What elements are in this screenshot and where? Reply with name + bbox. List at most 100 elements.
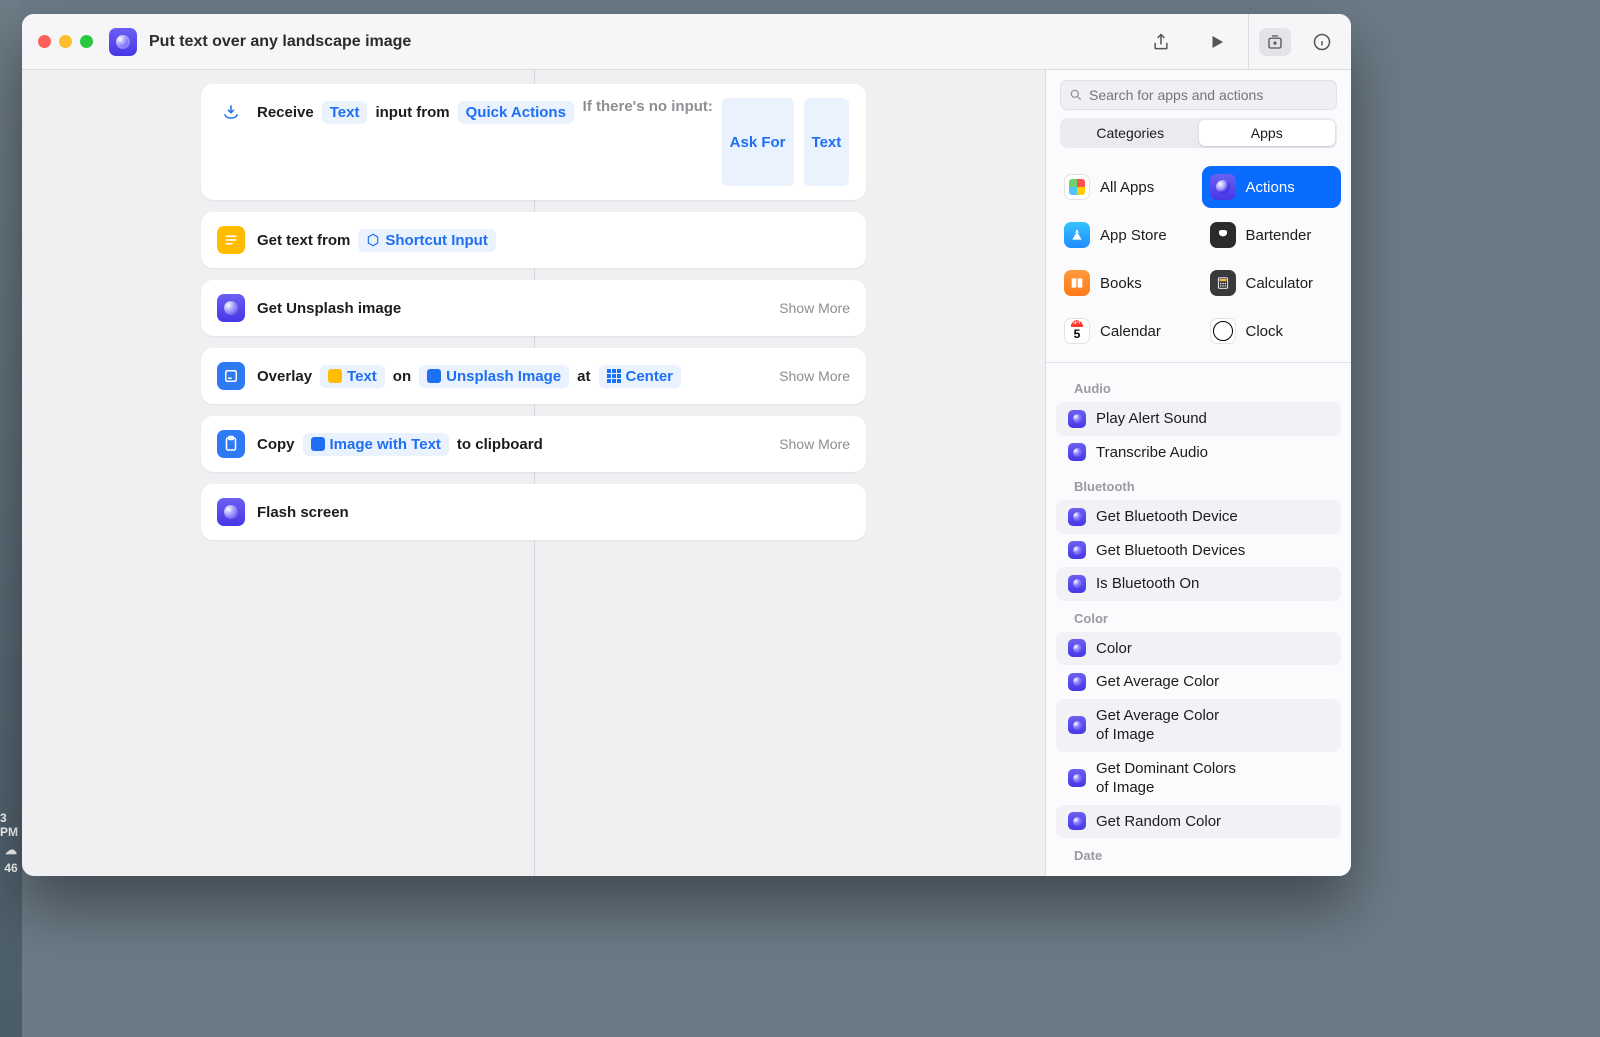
appstore-icon	[1064, 222, 1090, 248]
app-label: Clock	[1246, 323, 1284, 340]
minimize-button[interactable]	[59, 35, 72, 48]
overlay-text-token[interactable]: Text	[320, 365, 385, 388]
ask-for-token[interactable]: Ask For	[722, 98, 794, 186]
info-button[interactable]	[1309, 29, 1335, 55]
menubar-time: 3 PM	[0, 811, 22, 839]
section-header-date: Date	[1056, 838, 1341, 869]
app-label: Calculator	[1246, 275, 1314, 292]
copy-label: Copy	[257, 436, 295, 453]
app-label: App Store	[1100, 227, 1167, 244]
action-play-alert-sound[interactable]: Play Alert Sound	[1056, 402, 1341, 436]
action-get-average-color-of-image[interactable]: Get Average Color of Image	[1056, 699, 1341, 752]
shortcut-input-text: Shortcut Input	[385, 232, 487, 249]
desktop-peek: 3 PM ☁︎ 46	[0, 0, 22, 1037]
action-label: Get Dominant Colors of Image	[1096, 759, 1236, 798]
calculator-icon	[1210, 270, 1236, 296]
overlay-on-label: on	[393, 368, 411, 385]
menubar-temp: 46	[4, 861, 17, 875]
action-label: Color	[1096, 639, 1132, 659]
close-button[interactable]	[38, 35, 51, 48]
copy-source-token[interactable]: Image with Text	[303, 433, 449, 456]
actions-list[interactable]: Audio Play Alert Sound Transcribe Audio …	[1046, 363, 1351, 876]
action-icon	[1068, 575, 1086, 593]
app-appstore[interactable]: App Store	[1056, 214, 1196, 256]
clipboard-icon	[217, 430, 245, 458]
overlay-icon	[217, 362, 245, 390]
app-label: Books	[1100, 275, 1142, 292]
section-header-bluetooth: Bluetooth	[1056, 469, 1341, 500]
app-all-apps[interactable]: All Apps	[1056, 166, 1196, 208]
action-get-average-color[interactable]: Get Average Color	[1056, 665, 1341, 699]
app-label: Actions	[1246, 179, 1295, 196]
step-flash-screen[interactable]: Flash screen	[201, 484, 866, 540]
action-icon	[1068, 812, 1086, 830]
shortcut-icon	[109, 28, 137, 56]
receive-type-token[interactable]: Text	[322, 101, 368, 124]
window-controls	[38, 35, 93, 48]
step-overlay[interactable]: Overlay Text on Unsplash Image at Center…	[201, 348, 866, 404]
titlebar-divider	[1248, 14, 1249, 70]
app-bartender[interactable]: Bartender	[1202, 214, 1342, 256]
overlay-image-token[interactable]: Unsplash Image	[419, 365, 569, 388]
show-more-button[interactable]: Show More	[779, 368, 850, 384]
action-get-dominant-colors-of-image[interactable]: Get Dominant Colors of Image	[1056, 752, 1341, 805]
all-apps-icon	[1064, 174, 1090, 200]
action-label: Get Bluetooth Device	[1096, 507, 1238, 527]
library-segmented-control[interactable]: Categories Apps	[1060, 118, 1337, 148]
app-calculator[interactable]: Calculator	[1202, 262, 1342, 304]
bartender-icon	[1210, 222, 1236, 248]
copy-dest-label: to clipboard	[457, 436, 543, 453]
action-get-random-color[interactable]: Get Random Color	[1056, 805, 1341, 839]
app-calendar[interactable]: APR5Calendar	[1056, 310, 1196, 352]
calendar-icon: APR5	[1064, 318, 1090, 344]
shortcuts-editor-window: Put text over any landscape image	[22, 14, 1351, 876]
show-more-button[interactable]: Show More	[779, 436, 850, 452]
actions-app-icon	[1210, 174, 1236, 200]
receive-source-token[interactable]: Quick Actions	[458, 101, 574, 124]
section-header-audio: Audio	[1056, 371, 1341, 402]
action-get-bluetooth-devices[interactable]: Get Bluetooth Devices	[1056, 534, 1341, 568]
search-input[interactable]	[1060, 80, 1337, 110]
action-icon	[1068, 716, 1086, 734]
action-icon	[1068, 443, 1086, 461]
section-header-color: Color	[1056, 601, 1341, 632]
app-clock[interactable]: Clock	[1202, 310, 1342, 352]
step-receive-input[interactable]: Receive Text input from Quick Actions If…	[201, 84, 866, 200]
fullscreen-button[interactable]	[80, 35, 93, 48]
overlay-position-token[interactable]: Center	[599, 365, 682, 388]
library-toggle-button[interactable]	[1259, 28, 1291, 56]
tab-categories[interactable]: Categories	[1062, 120, 1199, 146]
action-transcribe-audio[interactable]: Transcribe Audio	[1056, 436, 1341, 470]
show-more-button[interactable]: Show More	[779, 300, 850, 316]
shortcut-title[interactable]: Put text over any landscape image	[149, 33, 1148, 51]
app-books[interactable]: Books	[1056, 262, 1196, 304]
search-icon	[1069, 88, 1083, 102]
step-copy-clipboard[interactable]: Copy Image with Text to clipboard Show M…	[201, 416, 866, 472]
tab-apps[interactable]: Apps	[1199, 120, 1336, 146]
action-label: Is Bluetooth On	[1096, 574, 1199, 594]
calendar-day: 5	[1074, 327, 1081, 342]
search-field[interactable]	[1089, 87, 1328, 103]
action-icon	[1068, 541, 1086, 559]
app-actions[interactable]: Actions	[1202, 166, 1342, 208]
actions-icon	[217, 294, 245, 322]
run-button[interactable]	[1204, 29, 1230, 55]
overlay-label: Overlay	[257, 368, 312, 385]
step-get-text[interactable]: Get text from Shortcut Input	[201, 212, 866, 268]
action-icon	[1068, 508, 1086, 526]
action-label: Transcribe Audio	[1096, 443, 1208, 463]
workflow-editor[interactable]: Receive Text input from Quick Actions If…	[22, 70, 1045, 876]
action-icon	[1068, 639, 1086, 657]
app-label: All Apps	[1100, 179, 1154, 196]
share-button[interactable]	[1148, 29, 1174, 55]
ask-for-type-token[interactable]: Text	[804, 98, 850, 186]
receive-label: Receive	[257, 104, 314, 121]
step-get-unsplash[interactable]: Get Unsplash image Show More	[201, 280, 866, 336]
no-input-label: If there's no input:	[583, 98, 713, 186]
action-color[interactable]: Color	[1056, 632, 1341, 666]
action-label: Get Average Color	[1096, 672, 1219, 692]
overlay-position-text: Center	[626, 368, 674, 385]
shortcut-input-token[interactable]: Shortcut Input	[358, 229, 495, 252]
action-is-bluetooth-on[interactable]: Is Bluetooth On	[1056, 567, 1341, 601]
action-get-bluetooth-device[interactable]: Get Bluetooth Device	[1056, 500, 1341, 534]
